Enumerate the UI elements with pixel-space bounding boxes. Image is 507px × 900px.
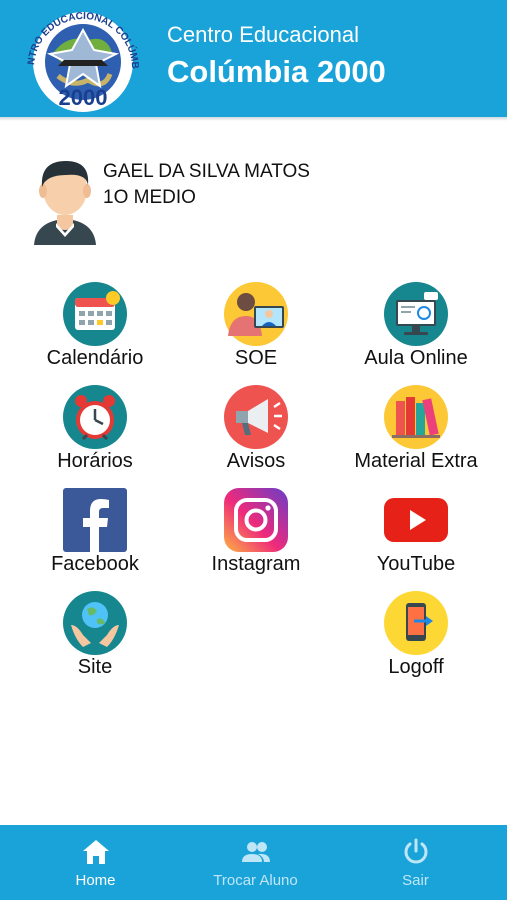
menu-label: Facebook <box>51 553 139 575</box>
nav-label: Home <box>75 872 116 889</box>
svg-text:2000: 2000 <box>59 85 108 110</box>
menu-avisos[interactable]: Avisos <box>176 385 336 483</box>
menu-label: Site <box>77 656 113 678</box>
school-title: Colúmbia 2000 <box>167 54 386 89</box>
menu-label: Calendário <box>46 347 144 369</box>
counseling-icon <box>224 282 288 346</box>
menu-facebook[interactable]: Facebook <box>15 488 175 586</box>
menu-label: Logoff <box>388 656 444 678</box>
menu-label: Horários <box>57 450 133 472</box>
nav-trocar-aluno[interactable]: Trocar Aluno <box>171 825 340 900</box>
menu-label: Material Extra <box>354 450 478 472</box>
student-name: GAEL DA SILVA MATOS <box>103 161 310 182</box>
menu-label: Aula Online <box>364 347 468 369</box>
books-icon <box>384 385 448 449</box>
menu-logoff[interactable]: Logoff <box>336 591 496 689</box>
nav-sair[interactable]: Sair <box>331 825 500 900</box>
menu-label: SOE <box>234 347 278 369</box>
power-icon <box>404 838 428 864</box>
menu-soe[interactable]: SOE <box>176 282 336 380</box>
people-icon <box>242 842 270 862</box>
header-shadow <box>0 117 507 121</box>
logoff-phone-icon <box>384 591 448 655</box>
menu-label: Avisos <box>226 450 286 472</box>
alarm-clock-icon <box>63 385 127 449</box>
student-avatar-icon <box>34 161 96 245</box>
menu-label: YouTube <box>376 553 456 575</box>
menu-instagram[interactable]: Instagram <box>176 488 336 586</box>
menu-horarios[interactable]: Horários <box>15 385 175 483</box>
home-icon <box>83 840 109 864</box>
youtube-icon <box>384 498 448 542</box>
menu-youtube[interactable]: YouTube <box>336 488 496 586</box>
menu-material-extra[interactable]: Material Extra <box>336 385 496 483</box>
menu-site[interactable]: Site <box>15 591 175 689</box>
globe-hands-icon <box>63 591 127 655</box>
nav-home[interactable]: Home <box>11 825 180 900</box>
megaphone-icon <box>224 385 288 449</box>
school-logo: CENTRO EDUCACIONAL COLÚMBIA 2000 <box>18 4 140 112</box>
online-class-icon <box>384 282 448 346</box>
menu-label: Instagram <box>211 553 301 575</box>
facebook-icon <box>63 488 127 552</box>
calendar-icon <box>63 282 127 346</box>
instagram-icon <box>224 488 288 552</box>
bottom-navigation: Home Trocar Aluno Sair <box>0 825 507 900</box>
app-header: CENTRO EDUCACIONAL COLÚMBIA 2000 Centro … <box>0 0 507 117</box>
nav-label: Sair <box>402 872 429 889</box>
menu-calendario[interactable]: Calendário <box>15 282 175 380</box>
student-class: 1O MEDIO <box>103 187 196 208</box>
school-subtitle: Centro Educacional <box>167 22 360 47</box>
nav-label: Trocar Aluno <box>213 872 298 889</box>
menu-aula-online[interactable]: Aula Online <box>336 282 496 380</box>
